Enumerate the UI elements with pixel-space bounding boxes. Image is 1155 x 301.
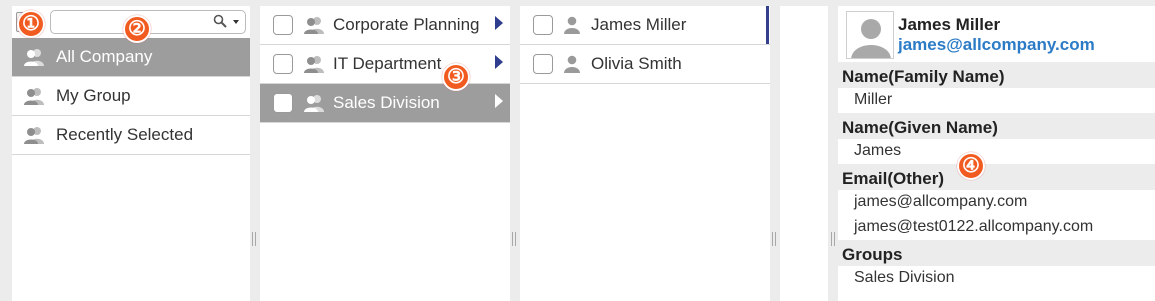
empty-pane (780, 6, 828, 301)
member-checkbox[interactable] (533, 54, 553, 74)
division-checkbox[interactable] (273, 93, 293, 113)
user-email-link[interactable]: james@allcompany.com (898, 35, 1095, 55)
pane-splitter[interactable] (771, 232, 777, 250)
groups-value: Sales Division (838, 266, 1155, 291)
email-other-value: james@test0122.allcompany.com (838, 215, 1155, 240)
division-checkbox[interactable] (273, 15, 293, 35)
group-item-all-company[interactable]: All Company (12, 38, 250, 77)
person-icon (564, 16, 580, 34)
member-item-label: Olivia Smith (591, 54, 682, 73)
group-icon (304, 56, 324, 73)
expand-arrow-icon[interactable] (495, 55, 503, 69)
division-item-sales-division[interactable]: Sales Division (260, 84, 510, 123)
pane-splitter[interactable] (830, 232, 836, 250)
email-other-value: james@allcompany.com (838, 190, 1155, 215)
callout-badge-3: ③ (442, 63, 470, 91)
given-name-value: James (838, 139, 1155, 164)
group-icon (24, 88, 44, 105)
callout-badge-2: ② (123, 15, 151, 43)
member-pane: James Miller Olivia Smith (520, 6, 770, 301)
active-member-indicator (766, 6, 769, 44)
user-detail-pane: James Miller james@allcompany.com Name(F… (838, 6, 1155, 301)
division-checkbox[interactable] (273, 54, 293, 74)
groups-title: Groups (838, 240, 1155, 266)
pane-splitter[interactable] (251, 232, 257, 250)
group-item-label: Recently Selected (56, 125, 194, 144)
group-item-my-group[interactable]: My Group (12, 77, 250, 116)
group-pane: All Company My Group Recently Selected (12, 6, 250, 301)
given-name-title: Name(Given Name) (838, 113, 1155, 139)
group-icon (304, 17, 324, 34)
division-item-corporate-planning[interactable]: Corporate Planning (260, 6, 510, 45)
expand-arrow-icon[interactable] (495, 94, 503, 108)
division-item-label: IT Department (333, 54, 442, 73)
person-icon (847, 12, 893, 58)
group-icon (24, 127, 44, 144)
search-icon[interactable] (213, 14, 227, 28)
email-other-title: Email(Other) (838, 164, 1155, 190)
user-detail-header: James Miller james@allcompany.com (838, 6, 1155, 62)
pane-splitter[interactable] (511, 232, 517, 250)
user-name: James Miller (898, 15, 1001, 34)
group-item-recently-selected[interactable]: Recently Selected (12, 116, 250, 155)
group-icon (24, 49, 44, 66)
family-name-title: Name(Family Name) (838, 62, 1155, 88)
member-checkbox[interactable] (533, 15, 553, 35)
division-item-label: Sales Division (333, 93, 440, 112)
group-item-label: All Company (56, 47, 153, 66)
member-item-james-miller[interactable]: James Miller (520, 6, 770, 45)
member-item-label: James Miller (591, 15, 687, 34)
callout-badge-4: ④ (957, 152, 985, 180)
division-item-label: Corporate Planning (333, 15, 480, 34)
group-icon (304, 95, 324, 112)
division-pane: Corporate Planning IT Department Sales D… (260, 6, 510, 301)
avatar (846, 11, 894, 59)
expand-arrow-icon[interactable] (495, 16, 503, 30)
division-item-it-department[interactable]: IT Department (260, 45, 510, 84)
search-dropdown-icon[interactable] (233, 20, 239, 24)
person-icon (564, 55, 580, 73)
family-name-value: Miller (838, 88, 1155, 113)
member-item-olivia-smith[interactable]: Olivia Smith (520, 45, 770, 84)
group-item-label: My Group (56, 86, 131, 105)
callout-badge-1: ① (17, 10, 45, 38)
